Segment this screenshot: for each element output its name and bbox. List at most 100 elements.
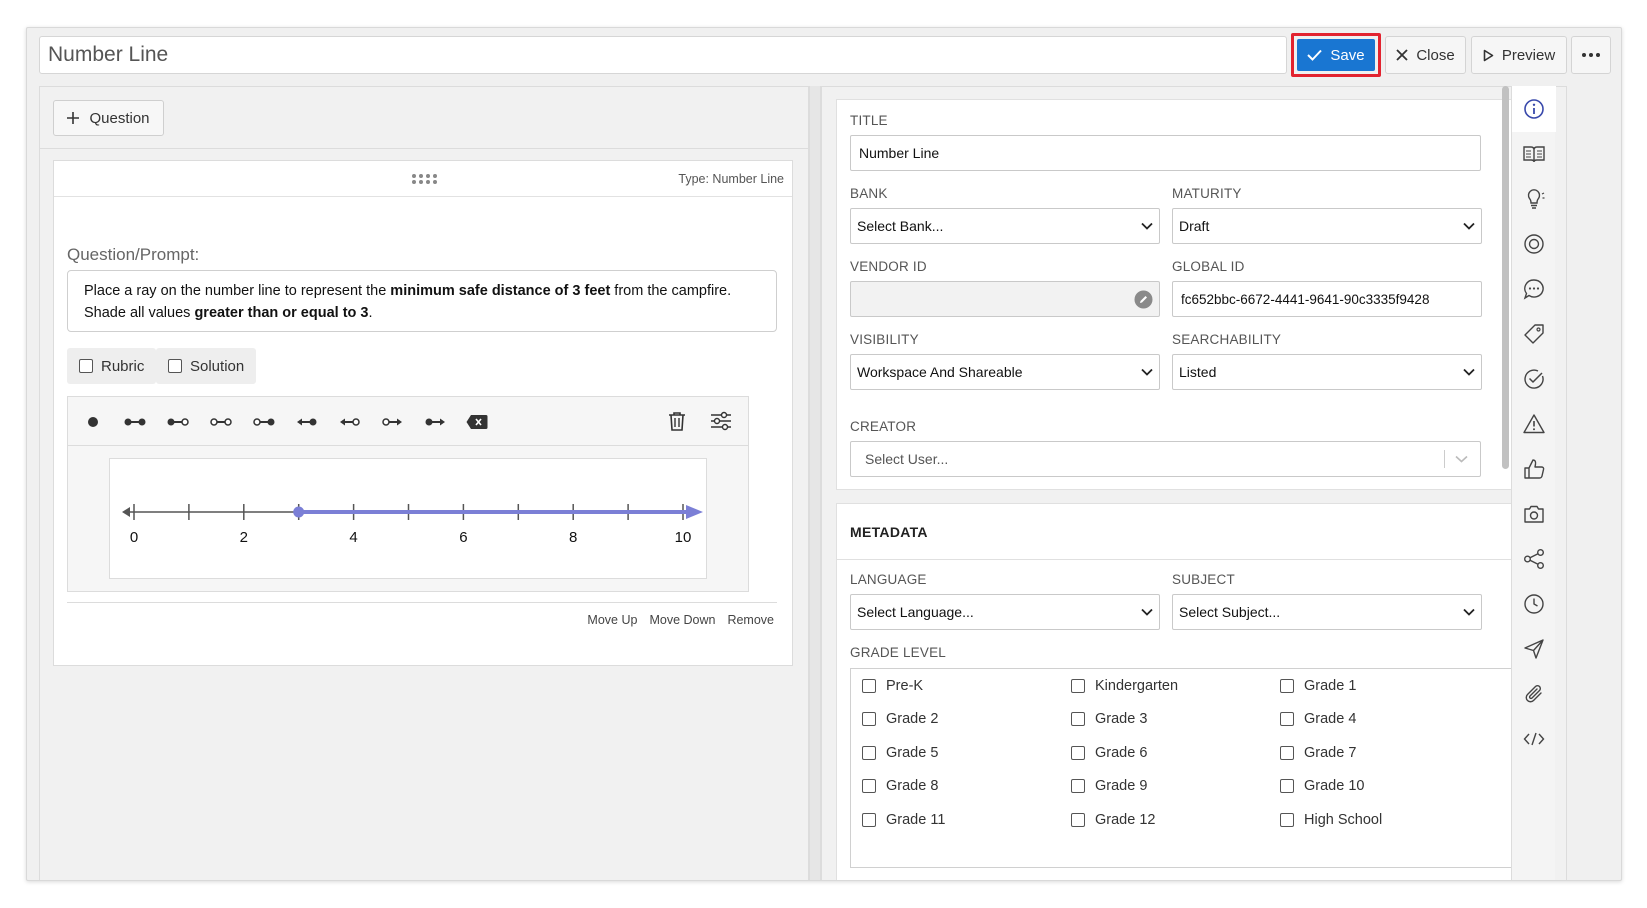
grade-checkbox[interactable] — [1280, 779, 1294, 794]
solution-toggle[interactable]: Solution — [156, 348, 257, 384]
paperclip-icon[interactable] — [1523, 683, 1545, 705]
lightbulb-icon[interactable] — [1523, 188, 1545, 210]
close-button[interactable]: Close — [1385, 36, 1466, 74]
chevron-down-icon — [1463, 222, 1475, 230]
grade-checkbox[interactable] — [1071, 679, 1085, 693]
visibility-select[interactable]: Workspace And Shareable — [850, 354, 1160, 390]
grade-checkbox[interactable] — [862, 745, 876, 760]
grade-option[interactable]: Grade 1 — [1280, 678, 1356, 694]
grade-option[interactable]: Grade 7 — [1280, 745, 1356, 761]
remove-link[interactable]: Remove — [727, 613, 774, 627]
language-select[interactable]: Select Language... — [850, 594, 1160, 630]
tool-ray-right-closed-icon[interactable] — [424, 415, 446, 429]
grade-option[interactable]: Grade 10 — [1280, 778, 1364, 794]
grade-checkbox[interactable] — [862, 812, 876, 827]
scrollbar-thumb[interactable] — [1502, 86, 1509, 469]
side-icon-rail — [1511, 86, 1556, 880]
add-question-button[interactable]: Question — [53, 100, 164, 136]
creator-select[interactable]: Select User... — [850, 441, 1481, 477]
tool-ray-right-open-icon[interactable] — [381, 415, 403, 429]
grade-checkbox[interactable] — [1280, 745, 1294, 760]
move-down-link[interactable]: Move Down — [649, 613, 715, 627]
item-title-input[interactable]: Number Line — [39, 36, 1287, 74]
grade-option[interactable]: Grade 5 — [862, 745, 938, 761]
tool-segment-closed-closed-icon[interactable] — [124, 415, 146, 429]
rubric-toggle[interactable]: Rubric — [67, 348, 157, 384]
bank-select[interactable]: Select Bank... — [850, 208, 1160, 244]
panel-resize-handle[interactable] — [809, 86, 821, 880]
tool-point-icon[interactable] — [86, 415, 100, 429]
grade-checkbox[interactable] — [862, 679, 876, 693]
tool-segment-closed-open-icon[interactable] — [167, 415, 189, 429]
grade-option[interactable]: Kindergarten — [1071, 678, 1178, 694]
grade-option[interactable]: High School — [1280, 812, 1382, 828]
tool-erase-icon[interactable] — [466, 414, 488, 430]
grade-checkbox[interactable] — [1280, 712, 1294, 727]
grade-label: High School — [1304, 811, 1383, 828]
camera-icon[interactable] — [1523, 503, 1545, 525]
vendor-id-field[interactable] — [850, 281, 1160, 317]
grade-option[interactable]: Grade 6 — [1071, 745, 1147, 761]
chevron-down-icon[interactable] — [1455, 455, 1468, 463]
grade-option[interactable]: Grade 12 — [1071, 812, 1155, 828]
title-field[interactable]: Number Line — [850, 135, 1481, 171]
close-label: Close — [1416, 46, 1455, 64]
tool-ray-left-closed-icon[interactable] — [296, 415, 318, 429]
grade-option[interactable]: Grade 2 — [862, 711, 938, 727]
move-up-link[interactable]: Move Up — [587, 613, 637, 627]
grade-checkbox[interactable] — [862, 779, 876, 794]
tool-ray-left-open-icon[interactable] — [339, 415, 361, 429]
grade-checkbox[interactable] — [1071, 745, 1085, 760]
check-circle-icon[interactable] — [1523, 368, 1545, 390]
clock-icon[interactable] — [1523, 593, 1545, 615]
code-icon[interactable] — [1523, 728, 1545, 750]
share-icon[interactable] — [1523, 548, 1545, 570]
grade-option[interactable]: Grade 11 — [862, 812, 945, 828]
indicator-separator — [1444, 450, 1445, 468]
grade-option[interactable]: Grade 9 — [1071, 778, 1147, 794]
edit-pencil-icon[interactable] — [1134, 290, 1153, 309]
question-card: Type: Number Line Question/Prompt: Place… — [53, 160, 793, 666]
grade-option[interactable]: Grade 3 — [1071, 711, 1147, 727]
prompt-text: Shade all values — [84, 305, 195, 321]
grade-checkbox[interactable] — [1071, 712, 1085, 727]
save-button[interactable]: Save — [1297, 39, 1375, 71]
trash-icon[interactable] — [668, 411, 686, 431]
maturity-select[interactable]: Draft — [1172, 208, 1482, 244]
book-icon[interactable] — [1523, 143, 1545, 165]
subject-select[interactable]: Select Subject... — [1172, 594, 1482, 630]
grade-checkbox[interactable] — [1280, 679, 1294, 693]
grade-option[interactable]: Pre-K — [862, 678, 923, 694]
tool-segment-open-closed-icon[interactable] — [253, 415, 275, 429]
grade-checkbox[interactable] — [1280, 812, 1294, 827]
warning-icon[interactable] — [1523, 413, 1545, 435]
bank-label: BANK — [850, 186, 888, 201]
target-icon[interactable] — [1523, 233, 1545, 255]
more-options-button[interactable] — [1571, 36, 1611, 74]
searchability-select[interactable]: Listed — [1172, 354, 1482, 390]
solution-checkbox[interactable] — [168, 359, 182, 373]
settings-sliders-icon[interactable] — [710, 411, 732, 431]
number-line-editor: 0 2 4 6 8 10 — [67, 396, 749, 592]
info-icon[interactable] — [1523, 98, 1545, 120]
grade-option[interactable]: Grade 8 — [862, 778, 938, 794]
comment-icon[interactable] — [1523, 278, 1545, 300]
grade-checkbox[interactable] — [862, 712, 876, 727]
grade-checkbox[interactable] — [1071, 779, 1085, 794]
tool-segment-open-open-icon[interactable] — [210, 415, 232, 429]
preview-button[interactable]: Preview — [1471, 36, 1567, 74]
send-icon[interactable] — [1523, 638, 1545, 660]
drag-handle-icon[interactable] — [411, 173, 439, 185]
rubric-checkbox[interactable] — [79, 359, 93, 373]
global-id-field[interactable]: fc652bbc-6672-4441-9641-90c3335f9428 — [1172, 281, 1482, 317]
prompt-editor[interactable]: Place a ray on the number line to repres… — [67, 270, 777, 332]
tag-icon[interactable] — [1523, 323, 1545, 345]
number-line-canvas[interactable]: 0 2 4 6 8 10 — [109, 458, 707, 579]
chevron-down-icon — [1463, 368, 1475, 376]
grade-checkbox[interactable] — [1071, 812, 1085, 827]
creator-placeholder: Select User... — [865, 451, 949, 467]
properties-scrollbar[interactable] — [1501, 86, 1511, 880]
number-line-graph[interactable]: 0 2 4 6 8 10 — [110, 459, 706, 578]
grade-option[interactable]: Grade 4 — [1280, 711, 1356, 727]
thumbs-up-icon[interactable] — [1523, 458, 1545, 480]
